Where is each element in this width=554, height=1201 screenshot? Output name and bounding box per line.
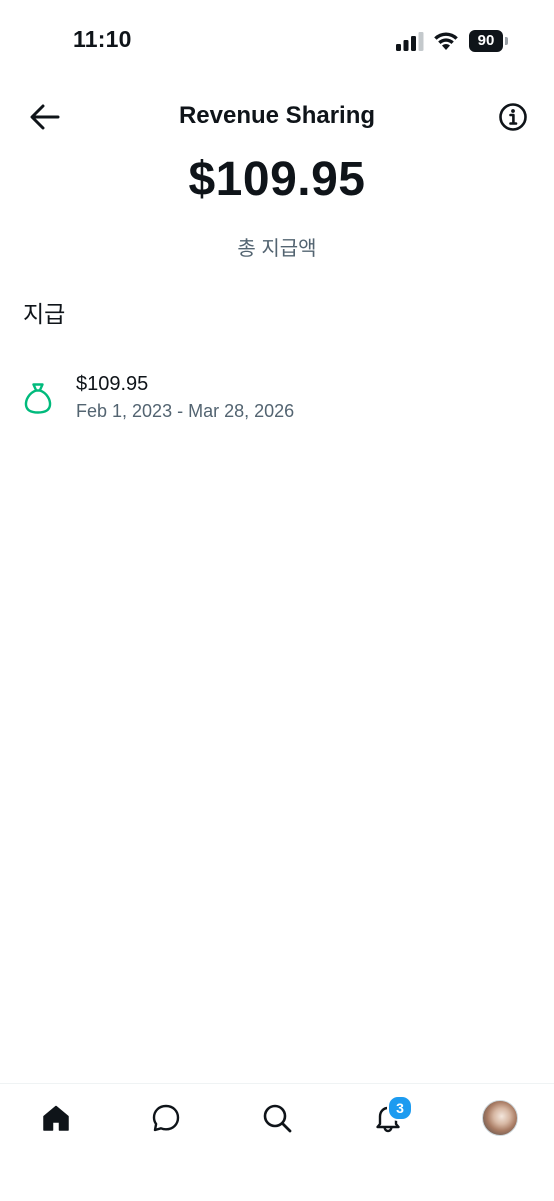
profile-avatar[interactable] [482,1100,518,1136]
search-icon [263,1104,292,1133]
info-button[interactable] [497,101,529,133]
home-icon [43,1105,69,1131]
signal-icon [396,32,424,51]
battery-level: 90 [469,30,503,52]
nav-search[interactable] [257,1098,297,1138]
payouts-section-title: 지급 [23,301,66,327]
battery-icon: 90 [469,30,509,52]
nav-messages[interactable] [146,1098,186,1138]
notifications-badge: 3 [387,1095,413,1121]
moneybag-icon [24,383,52,414]
status-time: 11:10 [73,26,132,52]
nav-home[interactable] [36,1098,76,1138]
wifi-icon [434,32,458,50]
total-amount-label: 총 지급액 [237,238,317,260]
info-circle-icon [499,103,527,131]
payout-amount: $109.95 [76,373,149,395]
status-bar: 11:10 90 [0,0,554,84]
messages-icon [152,1104,180,1132]
page-title: Revenue Sharing [178,102,376,129]
payout-list-item[interactable]: $109.95 Feb 1, 2023 - Mar 28, 2026 [0,360,554,436]
nav-notifications[interactable]: 3 [368,1095,413,1138]
bottom-nav: 3 [0,1083,554,1201]
total-amount: $109.95 [188,153,366,206]
payout-date-range: Feb 1, 2023 - Mar 28, 2026 [76,401,295,421]
